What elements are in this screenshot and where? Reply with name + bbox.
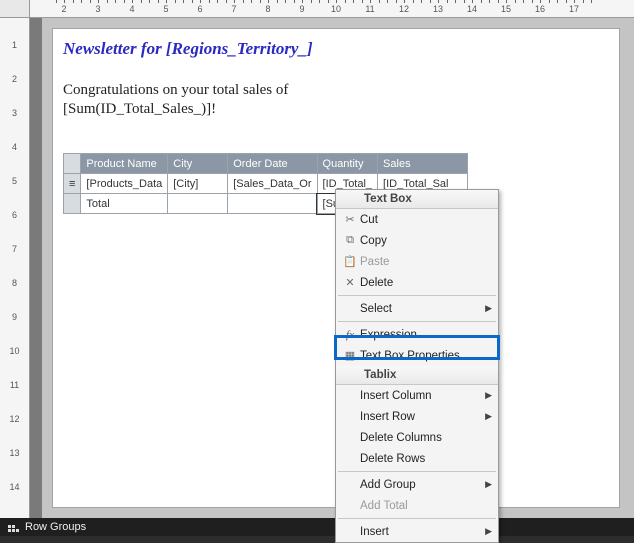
submenu-arrow-icon: ▶	[485, 479, 492, 490]
ctx-select-label: Select	[360, 303, 485, 315]
ctx-delrows-label: Delete Rows	[360, 453, 492, 465]
app-shell: 234567891011121314151617 123456789101112…	[0, 0, 634, 536]
separator	[338, 471, 496, 472]
ctx-add-total[interactable]: Add Total	[336, 495, 498, 516]
ctx-delcols-label: Delete Columns	[360, 432, 492, 444]
col-header-product[interactable]: Product Name	[81, 154, 168, 174]
ctx-paste[interactable]: 📋 Paste	[336, 251, 498, 272]
context-menu: Text Box ✂ Cut ⧉ Copy 📋 Paste ✕ Delete S…	[335, 189, 499, 543]
ctx-select[interactable]: Select ▶	[336, 298, 498, 319]
report-title[interactable]: Newsletter for [Regions_Territory_]	[63, 39, 313, 59]
separator	[338, 295, 496, 296]
ctx-insrow-label: Insert Row	[360, 411, 485, 423]
ctx-copy-label: Copy	[360, 235, 492, 247]
cell-product[interactable]: [Products_Data	[81, 174, 168, 194]
ctx-insert-column[interactable]: Insert Column ▶	[336, 385, 498, 406]
submenu-arrow-icon: ▶	[485, 390, 492, 401]
vertical-ruler: 1234567891011121314	[0, 18, 30, 518]
congrats-line2: [Sum(ID_Total_Sales_)]!	[63, 101, 216, 117]
row-handle[interactable]	[64, 154, 81, 174]
cell-empty[interactable]	[228, 194, 317, 214]
cell-orderdate[interactable]: [Sales_Data_Or	[228, 174, 317, 194]
status-bar: Row Groups	[0, 518, 634, 536]
cut-icon: ✂	[340, 213, 360, 226]
ctx-insert[interactable]: Insert ▶	[336, 521, 498, 542]
submenu-arrow-icon: ▶	[485, 526, 492, 537]
congrats-textbox[interactable]: Congratulations on your total sales of […	[63, 81, 423, 119]
delete-icon: ✕	[340, 276, 360, 289]
ctx-paste-label: Paste	[360, 256, 492, 268]
ctx-header-textbox: Text Box	[336, 190, 498, 209]
tablix-header-row: Product Name City Order Date Quantity Sa…	[64, 154, 468, 174]
cell-city[interactable]: [City]	[168, 174, 228, 194]
cell-total-label[interactable]: Total	[81, 194, 168, 214]
ctx-addgroup-label: Add Group	[360, 479, 485, 491]
properties-icon: ▦	[340, 349, 360, 362]
submenu-arrow-icon: ▶	[485, 303, 492, 314]
ctx-addtotal-label: Add Total	[360, 500, 492, 512]
ctx-textprops-label: Text Box Properties...	[360, 350, 492, 362]
ruler-corner	[0, 0, 30, 18]
rowgroups-label[interactable]: Row Groups	[25, 521, 86, 533]
separator	[338, 518, 496, 519]
ctx-insert-row[interactable]: Insert Row ▶	[336, 406, 498, 427]
submenu-arrow-icon: ▶	[485, 411, 492, 422]
row-handle[interactable]	[64, 194, 81, 214]
ctx-header-tablix: Tablix	[336, 366, 498, 385]
ctx-delete-columns[interactable]: Delete Columns	[336, 427, 498, 448]
rowgroups-icon	[8, 523, 19, 532]
fx-icon: fx	[340, 329, 360, 341]
ctx-cut[interactable]: ✂ Cut	[336, 209, 498, 230]
congrats-line1: Congratulations on your total sales of	[63, 82, 288, 98]
horizontal-ruler: 234567891011121314151617	[30, 0, 634, 18]
copy-icon: ⧉	[340, 234, 360, 247]
ctx-delete-label: Delete	[360, 277, 492, 289]
ctx-expression[interactable]: fx Expression...	[336, 324, 498, 345]
paste-icon: 📋	[340, 255, 360, 268]
col-header-quantity[interactable]: Quantity	[317, 154, 378, 174]
ctx-inscol-label: Insert Column	[360, 390, 485, 402]
cell-empty[interactable]	[168, 194, 228, 214]
col-header-orderdate[interactable]: Order Date	[228, 154, 317, 174]
ctx-add-group[interactable]: Add Group ▶	[336, 474, 498, 495]
col-header-sales[interactable]: Sales	[378, 154, 468, 174]
col-header-city[interactable]: City	[168, 154, 228, 174]
ctx-cut-label: Cut	[360, 214, 492, 226]
ctx-delete-rows[interactable]: Delete Rows	[336, 448, 498, 469]
row-handle[interactable]: ≡	[64, 174, 81, 194]
ctx-delete[interactable]: ✕ Delete	[336, 272, 498, 293]
ctx-textbox-properties[interactable]: ▦ Text Box Properties...	[336, 345, 498, 366]
ctx-copy[interactable]: ⧉ Copy	[336, 230, 498, 251]
left-margin-strip	[30, 18, 42, 518]
ctx-expression-label: Expression...	[360, 329, 492, 341]
separator	[338, 321, 496, 322]
